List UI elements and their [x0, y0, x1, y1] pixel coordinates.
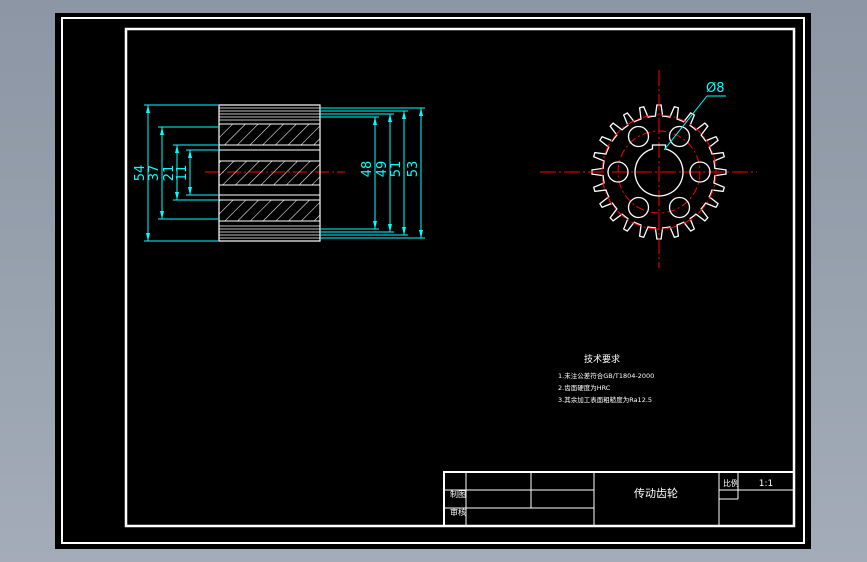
role-label-draw: 制图 — [450, 489, 466, 499]
dim-48: 48 — [360, 161, 375, 178]
scale-label: 比例 — [723, 478, 739, 488]
dim-51: 51 — [389, 161, 404, 178]
dim-11: 11 — [175, 165, 190, 182]
hole-callout: Ø8 — [706, 81, 725, 96]
dim-53: 53 — [406, 161, 421, 178]
dim-37: 37 — [147, 165, 162, 182]
tech-requirements-title: 技术要求 — [584, 353, 620, 365]
drawing-sheet — [55, 13, 811, 549]
dim-49: 49 — [375, 161, 390, 178]
tech-requirement-3: 3.其余加工表面粗糙度为Ra12.5 — [558, 395, 652, 404]
role-label-review: 审核 — [450, 507, 466, 517]
tech-requirement-1: 1.未注公差符合GB/T1804-2000 — [558, 371, 654, 380]
part-name: 传动齿轮 — [634, 486, 678, 500]
tech-requirement-2: 2.齿面硬度为HRC — [558, 383, 611, 392]
section-hatch-middle — [218, 160, 321, 186]
scale-value: 1:1 — [759, 479, 773, 489]
section-hatch-upper — [218, 123, 321, 146]
section-hatch-lower — [218, 199, 321, 222]
cad-drawing-viewport[interactable]: 54 37 21 11 48 49 51 53 Ø8 技术要求 1.未注公差符合… — [0, 0, 867, 562]
dim-54: 54 — [133, 165, 148, 182]
